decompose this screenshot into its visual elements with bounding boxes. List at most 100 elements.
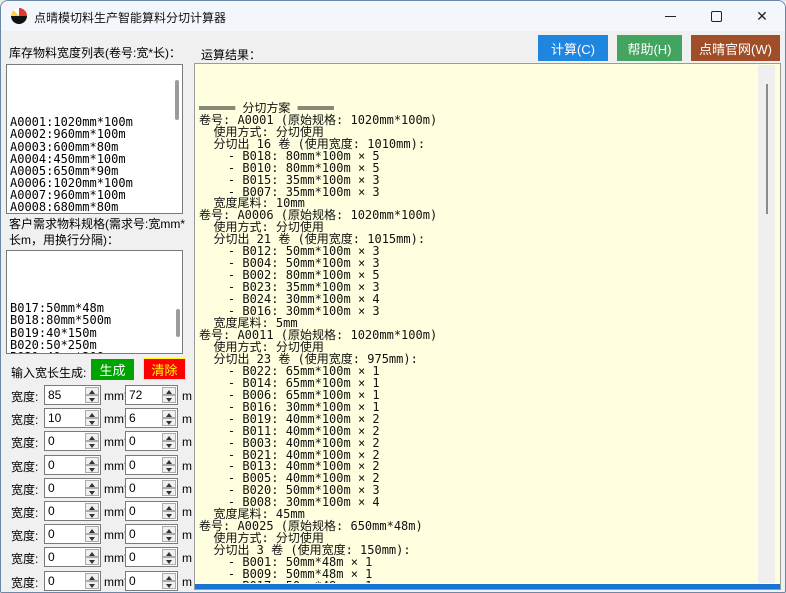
demand-textarea[interactable]: B017:50mm*48mB018:80mm*500mB019:40*150mB… bbox=[6, 250, 183, 354]
close-button[interactable]: ✕ bbox=[739, 1, 785, 31]
spinner-down-button[interactable] bbox=[85, 581, 99, 589]
calculate-button[interactable]: 计算(C) bbox=[538, 35, 608, 61]
list-item[interactable]: B021:40mm*200m bbox=[10, 351, 182, 354]
width-mm-value[interactable]: 0 bbox=[48, 527, 55, 541]
width-row: 宽度: 0 mm* 0 m bbox=[1, 524, 191, 547]
spinner-down-button[interactable] bbox=[85, 557, 99, 565]
spinner-up-button[interactable] bbox=[162, 410, 176, 418]
spinner-up-button[interactable] bbox=[85, 503, 99, 511]
spinner-down-button[interactable] bbox=[162, 534, 176, 542]
spinner-up-button[interactable] bbox=[162, 526, 176, 534]
length-m-value[interactable]: 0 bbox=[129, 481, 136, 495]
title-bar[interactable]: 点晴模切料生产智能算料分切计算器 ✕ bbox=[1, 1, 785, 31]
spinner-down-button[interactable] bbox=[162, 511, 176, 519]
list-item[interactable]: B019:40*150m bbox=[10, 327, 182, 339]
width-mm-value[interactable]: 0 bbox=[48, 550, 55, 564]
spinner-up-button[interactable] bbox=[162, 433, 176, 441]
spinner-up-button[interactable] bbox=[85, 526, 99, 534]
width-mm-value[interactable]: 85 bbox=[48, 388, 61, 402]
spinner-down-button[interactable] bbox=[162, 465, 176, 473]
spinner-down-button[interactable] bbox=[162, 441, 176, 449]
length-m-spinner[interactable]: 0 bbox=[125, 431, 178, 451]
spinner-down-button[interactable] bbox=[85, 441, 99, 449]
width-mm-spinner[interactable]: 0 bbox=[44, 524, 101, 544]
width-mm-spinner[interactable]: 0 bbox=[44, 431, 101, 451]
list-item[interactable]: A0009:450mm*100m bbox=[10, 213, 182, 214]
length-m-spinner[interactable]: 0 bbox=[125, 455, 178, 475]
clear-button[interactable]: 清除 bbox=[143, 358, 186, 380]
spinner-up-button[interactable] bbox=[85, 457, 99, 465]
minimize-button[interactable] bbox=[647, 1, 693, 31]
spinner-down-button[interactable] bbox=[85, 395, 99, 403]
generate-button[interactable]: 生成 bbox=[91, 359, 134, 380]
spinner-up-button[interactable] bbox=[162, 549, 176, 557]
spinner-up-button[interactable] bbox=[85, 410, 99, 418]
spinner-up-button[interactable] bbox=[85, 433, 99, 441]
spinner-down-button[interactable] bbox=[162, 488, 176, 496]
spinner-up-button[interactable] bbox=[162, 457, 176, 465]
list-item[interactable]: B020:50*250m bbox=[10, 339, 182, 351]
width-mm-spinner[interactable]: 85 bbox=[44, 385, 101, 405]
spinner-down-button[interactable] bbox=[162, 581, 176, 589]
width-mm-value[interactable]: 0 bbox=[48, 434, 55, 448]
width-mm-value[interactable]: 10 bbox=[48, 411, 61, 425]
length-m-value[interactable]: 0 bbox=[129, 434, 136, 448]
length-m-value[interactable]: 6 bbox=[129, 411, 136, 425]
length-m-value[interactable]: 72 bbox=[129, 388, 142, 402]
width-mm-value[interactable]: 0 bbox=[48, 458, 55, 472]
length-m-value[interactable]: 0 bbox=[129, 458, 136, 472]
list-item[interactable]: A0003:600mm*80m bbox=[10, 141, 182, 153]
length-m-value[interactable]: 0 bbox=[129, 574, 136, 588]
spinner-up-button[interactable] bbox=[85, 573, 99, 581]
spinner-up-button[interactable] bbox=[85, 480, 99, 488]
length-m-spinner[interactable]: 6 bbox=[125, 408, 178, 428]
spinner-down-button[interactable] bbox=[85, 488, 99, 496]
length-m-spinner[interactable]: 0 bbox=[125, 478, 178, 498]
spinner-up-button[interactable] bbox=[162, 573, 176, 581]
results-scrollbar-thumb[interactable] bbox=[766, 84, 768, 214]
spinner-down-button[interactable] bbox=[85, 534, 99, 542]
arrow-down-icon bbox=[166, 444, 172, 448]
spinner-down-button[interactable] bbox=[85, 511, 99, 519]
spinner-up-button[interactable] bbox=[162, 480, 176, 488]
arrow-down-icon bbox=[89, 514, 95, 518]
maximize-button[interactable] bbox=[693, 1, 739, 31]
inventory-scrollbar-thumb[interactable] bbox=[175, 80, 179, 120]
width-mm-value[interactable]: 0 bbox=[48, 504, 55, 518]
results-scrollbar[interactable] bbox=[758, 65, 775, 583]
length-m-value[interactable]: 0 bbox=[129, 504, 136, 518]
spinner-up-button[interactable] bbox=[85, 387, 99, 395]
width-mm-spinner[interactable]: 10 bbox=[44, 408, 101, 428]
spinner-up-button[interactable] bbox=[85, 549, 99, 557]
length-m-value[interactable]: 0 bbox=[129, 550, 136, 564]
length-m-spinner[interactable]: 0 bbox=[125, 501, 178, 521]
length-m-spinner[interactable]: 0 bbox=[125, 524, 178, 544]
width-mm-spinner[interactable]: 0 bbox=[44, 547, 101, 567]
list-item[interactable]: A0004:450mm*100m bbox=[10, 153, 182, 165]
width-mm-value[interactable]: 0 bbox=[48, 481, 55, 495]
spinner-buttons bbox=[162, 549, 176, 565]
length-m-spinner[interactable]: 0 bbox=[125, 547, 178, 567]
spinner-down-button[interactable] bbox=[85, 418, 99, 426]
demand-scrollbar-thumb[interactable] bbox=[176, 309, 180, 337]
list-item[interactable]: A0002:960mm*100m bbox=[10, 128, 182, 140]
inventory-list[interactable]: A0001:1020mm*100mA0002:960mm*100mA0003:6… bbox=[6, 64, 183, 214]
spinner-down-button[interactable] bbox=[85, 465, 99, 473]
length-m-spinner[interactable]: 72 bbox=[125, 385, 178, 405]
official-site-button[interactable]: 点晴官网(W) bbox=[691, 35, 780, 61]
spinner-down-button[interactable] bbox=[162, 557, 176, 565]
results-textarea[interactable]: ═════ 分切方案 ═════卷号: A0001 (原始规格: 1020mm*… bbox=[194, 63, 781, 590]
width-mm-spinner[interactable]: 0 bbox=[44, 478, 101, 498]
spinner-down-button[interactable] bbox=[162, 418, 176, 426]
width-mm-value[interactable]: 0 bbox=[48, 574, 55, 588]
help-button[interactable]: 帮助(H) bbox=[617, 35, 682, 61]
width-mm-spinner[interactable]: 0 bbox=[44, 501, 101, 521]
width-mm-spinner[interactable]: 0 bbox=[44, 455, 101, 475]
spinner-up-button[interactable] bbox=[162, 387, 176, 395]
spinner-up-button[interactable] bbox=[162, 503, 176, 511]
width-mm-spinner[interactable]: 0 bbox=[44, 571, 101, 591]
spinner-down-button[interactable] bbox=[162, 395, 176, 403]
length-m-spinner[interactable]: 0 bbox=[125, 571, 178, 591]
length-m-value[interactable]: 0 bbox=[129, 527, 136, 541]
list-item[interactable]: B018:80mm*500m bbox=[10, 314, 182, 326]
